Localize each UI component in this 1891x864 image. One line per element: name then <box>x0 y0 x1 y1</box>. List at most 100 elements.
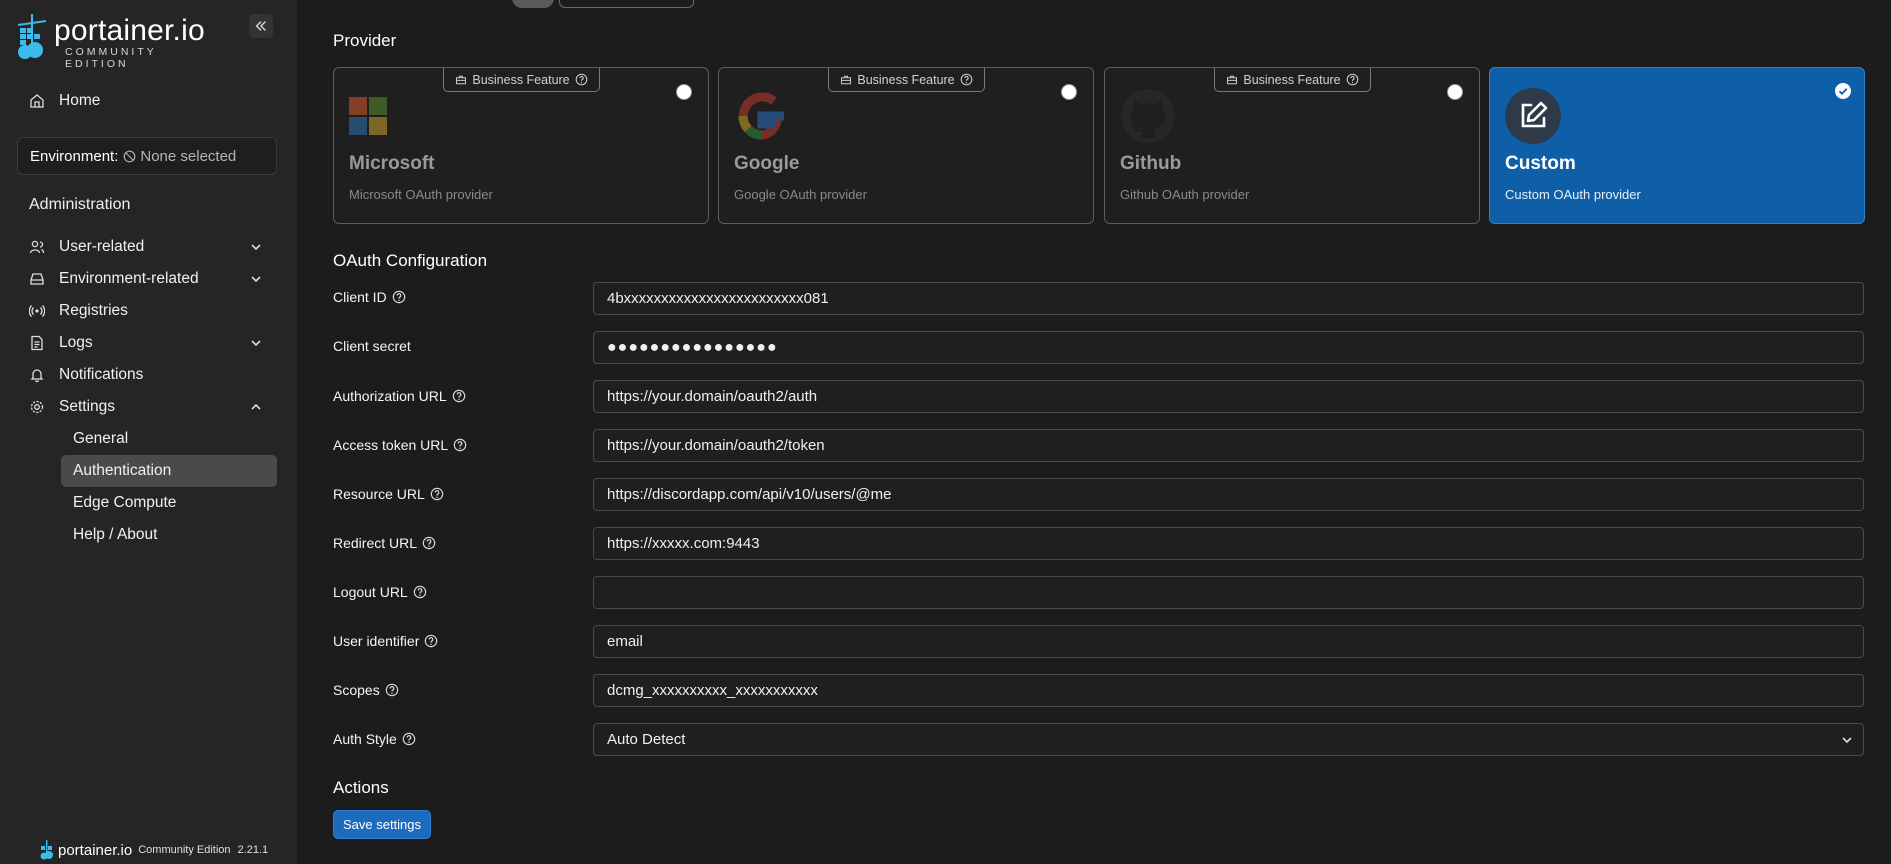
check-icon <box>1838 88 1848 95</box>
auth-style-label: Auth Style <box>333 731 416 747</box>
footer-edition: Community Edition <box>138 844 231 856</box>
user-identifier-label: User identifier <box>333 633 438 649</box>
field-label-text: Authorization URL <box>333 388 447 404</box>
field-label-text: User identifier <box>333 633 420 649</box>
sidebar-item-label: Logs <box>59 334 93 351</box>
help-circle-icon[interactable] <box>453 438 467 452</box>
sidebar-subitem-help-about[interactable]: Help / About <box>61 519 277 551</box>
help-circle-icon[interactable] <box>392 290 406 304</box>
provider-description: Google OAuth provider <box>734 187 867 202</box>
provider-radio-google[interactable] <box>1061 84 1077 100</box>
bell-icon <box>30 369 44 383</box>
provider-description: Custom OAuth provider <box>1505 187 1641 202</box>
provider-card-github[interactable]: Business Feature Github Github OAuth pro… <box>1104 67 1480 224</box>
chevron-down-icon[interactable] <box>247 334 265 352</box>
provider-radio-microsoft[interactable] <box>676 84 692 100</box>
sidebar-item-label: Registries <box>59 302 128 319</box>
provider-card-custom[interactable]: Custom Custom OAuth provider <box>1489 67 1865 224</box>
sidebar-item-registries[interactable]: Registries <box>29 299 128 323</box>
save-settings-button[interactable]: Save settings <box>333 810 431 839</box>
top-toggle-switch[interactable] <box>512 0 554 8</box>
client-id-label: Client ID <box>333 289 406 305</box>
sidebar-subitem-general[interactable]: General <box>61 423 277 455</box>
authorization-url-input[interactable]: https://your.domain/oauth2/auth <box>593 380 1864 413</box>
chevron-down-icon[interactable] <box>247 238 265 256</box>
business-feature-label: Business Feature <box>1243 72 1341 87</box>
environment-label: Environment: <box>30 147 119 165</box>
help-circle-icon[interactable] <box>385 683 399 697</box>
microsoft-logo-icon <box>349 97 387 135</box>
users-icon <box>29 240 45 254</box>
sidebar-item-home[interactable]: Home <box>29 89 100 113</box>
sidebar-item-environment-related[interactable]: Environment-related <box>29 267 261 291</box>
business-feature-badge: Business Feature <box>828 68 985 92</box>
scopes-label: Scopes <box>333 682 399 698</box>
resource-url-label: Resource URL <box>333 486 444 502</box>
help-circle-icon[interactable] <box>452 389 466 403</box>
help-circle-icon[interactable] <box>430 487 444 501</box>
sidebar-item-settings[interactable]: Settings <box>29 395 261 419</box>
redirect-url-label: Redirect URL <box>333 535 436 551</box>
provider-title: Github <box>1120 153 1182 174</box>
logo-subtitle: COMMUNITY EDITION <box>65 46 157 70</box>
chevrons-left-icon <box>255 21 266 31</box>
portainer-logo-icon <box>18 14 46 59</box>
footer-version: 2.21.1 <box>237 844 269 856</box>
help-circle-icon[interactable] <box>402 732 416 746</box>
sidebar: portainer.io COMMUNITY EDITION Home Envi… <box>0 0 297 864</box>
provider-title: Microsoft <box>349 153 435 174</box>
access-token-url-label: Access token URL <box>333 437 467 453</box>
redirect-url-input[interactable]: https://xxxxx.com:9443 <box>593 527 1864 560</box>
client-secret-input[interactable]: ●●●●●●●●●●●●●●●● <box>593 331 1864 364</box>
business-feature-label: Business Feature <box>472 72 570 87</box>
help-circle-icon[interactable] <box>413 585 427 599</box>
environment-value: None selected <box>140 147 237 165</box>
sidebar-item-label: Notifications <box>59 366 144 383</box>
sidebar-item-label: Home <box>59 92 101 109</box>
sidebar-subitem-edge-compute[interactable]: Edge Compute <box>61 487 277 519</box>
provider-heading: Provider <box>333 31 397 50</box>
sidebar-item-notifications[interactable]: Notifications <box>29 363 143 387</box>
portainer-small-logo-icon <box>40 840 53 860</box>
sidebar-item-user-related[interactable]: User-related <box>29 235 261 259</box>
provider-selected-check[interactable] <box>1835 83 1851 99</box>
provider-radio-github[interactable] <box>1447 84 1463 100</box>
chevron-down-icon <box>1842 737 1852 744</box>
business-feature-badge: Business Feature <box>1214 68 1371 92</box>
provider-card-google[interactable]: Business Feature Google Google OAuth pro… <box>718 67 1094 224</box>
help-circle-icon[interactable] <box>422 536 436 550</box>
provider-card-microsoft[interactable]: Business Feature Microsoft Microsoft OAu… <box>333 67 709 224</box>
provider-description: Github OAuth provider <box>1120 187 1250 202</box>
chevron-down-icon[interactable] <box>247 270 265 288</box>
help-circle-icon[interactable] <box>960 73 973 86</box>
ban-icon <box>124 150 136 162</box>
client-id-input[interactable]: 4bxxxxxxxxxxxxxxxxxxxxxxxx081 <box>593 282 1864 315</box>
sidebar-subitem-authentication[interactable]: Authentication <box>61 455 277 487</box>
scopes-input[interactable]: dcmg_xxxxxxxxxx_xxxxxxxxxxx <box>593 674 1864 707</box>
environment-selector[interactable]: Environment: None selected <box>17 137 277 175</box>
auth-style-select[interactable]: Auto Detect <box>593 723 1864 756</box>
auth-style-value: Auto Detect <box>607 731 686 748</box>
sidebar-item-logs[interactable]: Logs <box>29 331 261 355</box>
chevron-up-icon[interactable] <box>247 398 265 416</box>
top-button-cut[interactable] <box>559 0 694 8</box>
server-icon <box>30 273 44 285</box>
resource-url-input[interactable]: https://discordapp.com/api/v10/users/@me <box>593 478 1864 511</box>
oauth-configuration-heading: OAuth Configuration <box>333 251 488 270</box>
help-circle-icon[interactable] <box>1346 73 1359 86</box>
portainer-logo[interactable]: portainer.io COMMUNITY EDITION <box>16 14 216 70</box>
gear-icon <box>30 400 44 414</box>
provider-title: Google <box>734 153 800 174</box>
user-identifier-input[interactable]: email <box>593 625 1864 658</box>
actions-heading: Actions <box>333 778 389 797</box>
access-token-url-input[interactable]: https://your.domain/oauth2/token <box>593 429 1864 462</box>
collapse-sidebar-button[interactable] <box>249 14 273 38</box>
help-circle-icon[interactable] <box>575 73 588 86</box>
administration-heading: Administration <box>29 196 131 213</box>
field-label-text: Logout URL <box>333 584 408 600</box>
help-circle-icon[interactable] <box>424 634 438 648</box>
logo-wordmark: portainer.io <box>54 14 205 47</box>
field-label-text: Auth Style <box>333 731 397 747</box>
logout-url-input[interactable] <box>593 576 1864 609</box>
sidebar-footer: portainer.io Community Edition 2.21.1 <box>40 840 268 860</box>
